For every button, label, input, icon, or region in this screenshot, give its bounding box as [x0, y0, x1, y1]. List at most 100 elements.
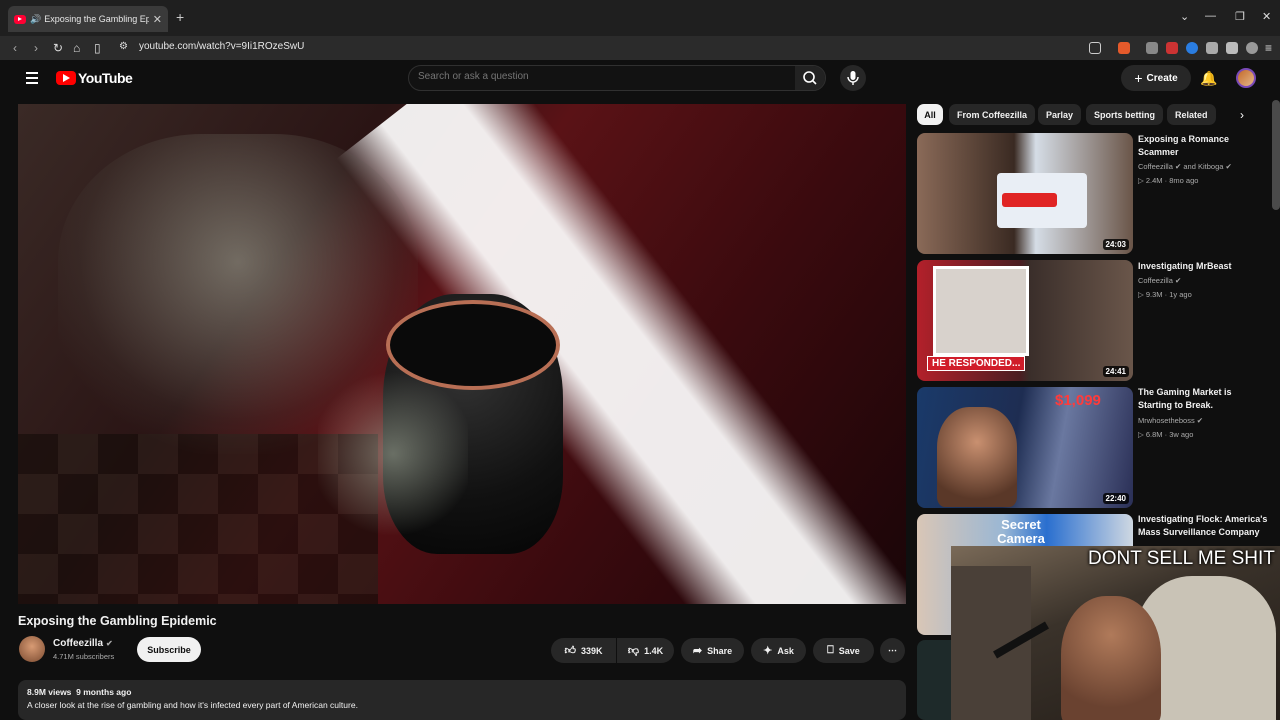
rec-channel[interactable]: Coffeezilla ✔	[1138, 276, 1181, 285]
video-frame-robot-fingers	[318, 364, 468, 544]
channel-name-text: Coffeezilla	[53, 638, 104, 649]
ask-button[interactable]: ✦ Ask	[751, 638, 806, 663]
rec-meta: ▷ 2.4M · 8mo ago	[1138, 176, 1199, 185]
dislike-count: 1.4K	[644, 645, 664, 656]
search-icon	[803, 71, 817, 85]
webcam-overlay	[951, 546, 1280, 720]
music-icon[interactable]	[1226, 42, 1238, 54]
thumbnail-text: Secret Camera	[997, 517, 1045, 546]
rec-title[interactable]: Investigating Flock: America's Mass Surv…	[1138, 513, 1268, 546]
youtube-logo[interactable]: YouTube	[56, 70, 133, 86]
thumbnail-text: HE RESPONDED...	[927, 356, 1026, 371]
tab-list-icon[interactable]: ⌄	[1180, 10, 1189, 23]
like-button[interactable]: 👍︎ 339K	[551, 638, 616, 663]
video-duration: 24:03	[1102, 239, 1129, 250]
rec-channel-name: Mrwhosetheboss	[1138, 416, 1195, 425]
notifications-bell-icon[interactable]: 🔔	[1200, 70, 1217, 87]
chip-related[interactable]: Related	[1167, 104, 1216, 125]
video-duration: 22:40	[1102, 493, 1129, 504]
thumbnail-graphic	[933, 266, 1029, 356]
ask-label: Ask	[777, 645, 794, 656]
minimize-icon[interactable]: —	[1205, 10, 1216, 22]
brave-shield-icon[interactable]	[1118, 42, 1130, 54]
chip-all[interactable]: All	[917, 104, 943, 125]
profile-icon[interactable]	[1246, 42, 1258, 54]
bookmark-save-icon: ⎕	[827, 644, 834, 656]
site-info-icon[interactable]: ⚙	[119, 41, 128, 52]
share-button[interactable]: ➦ Share	[681, 638, 744, 663]
verified-icon: ✔	[1174, 276, 1182, 285]
rec-channel[interactable]: Coffeezilla ✔ and Kitboga ✔	[1138, 162, 1232, 171]
rec-thumbnail[interactable]: 24:03	[917, 133, 1133, 254]
reload-icon[interactable]: ↻	[53, 41, 63, 55]
browser-tab-bar: 🔊 Exposing the Gambling Epide ✕ + ⌄ — ❐ …	[0, 0, 1280, 36]
rec-views: 2.4M	[1145, 176, 1163, 185]
rec-title[interactable]: Exposing a Romance Scammer	[1138, 133, 1268, 159]
microphone-icon	[847, 71, 859, 85]
verified-icon: ✔	[1174, 162, 1182, 171]
account-avatar[interactable]	[1236, 68, 1256, 88]
subscribe-button[interactable]: Subscribe	[137, 637, 201, 662]
close-window-icon[interactable]: ✕	[1262, 10, 1271, 23]
rec-channel-extra: and Kitboga	[1183, 162, 1224, 171]
maximize-icon[interactable]: ❐	[1235, 10, 1245, 23]
extension-icon[interactable]	[1186, 42, 1198, 54]
channel-avatar[interactable]	[19, 636, 45, 662]
screen-icon[interactable]	[1089, 42, 1101, 54]
channel-name[interactable]: Coffeezilla ✔	[53, 638, 113, 649]
save-label: Save	[838, 645, 860, 656]
rec-thumbnail[interactable]: $1,099 22:40	[917, 387, 1133, 508]
video-duration: 24:41	[1102, 366, 1129, 377]
rec-title[interactable]: Investigating MrBeast	[1138, 260, 1268, 273]
video-player[interactable]	[18, 104, 906, 604]
menu-icon[interactable]: ≡	[1265, 41, 1272, 55]
description-box[interactable]: 8.9M views 9 months ago A closer look at…	[18, 680, 906, 720]
chip-from-coffeezilla[interactable]: From Coffeezilla	[949, 104, 1036, 125]
extension-icon[interactable]	[1146, 42, 1158, 54]
voice-search-button[interactable]	[840, 65, 866, 91]
rec-views: 9.3M	[1145, 290, 1163, 299]
extension-icon[interactable]	[1166, 42, 1178, 54]
puzzle-icon[interactable]	[1206, 42, 1218, 54]
youtube-favicon-icon	[14, 14, 26, 24]
browser-tab[interactable]: 🔊 Exposing the Gambling Epide ✕	[8, 6, 168, 32]
create-button[interactable]: + Create	[1121, 65, 1191, 91]
rec-meta: ▷ 6.8M · 3w ago	[1138, 430, 1194, 439]
plus-icon: +	[1134, 70, 1143, 86]
webcam-person	[1061, 596, 1161, 720]
address-bar: ‹ › ↻ ⌂ ▯ ⚙ youtube.com/watch?v=9Ii1ROze…	[0, 36, 1280, 60]
close-tab-icon[interactable]: ✕	[153, 13, 162, 26]
chevron-right-icon[interactable]: ›	[1240, 108, 1244, 122]
rec-channel[interactable]: Mrwhosetheboss ✔	[1138, 416, 1203, 425]
forward-icon[interactable]: ›	[34, 41, 38, 55]
url-field[interactable]: youtube.com/watch?v=9Ii1ROzeSwU	[139, 41, 304, 52]
share-label: Share	[707, 645, 733, 656]
new-tab-icon[interactable]: +	[176, 9, 184, 25]
youtube-play-icon	[56, 71, 76, 85]
hamburger-menu-icon[interactable]	[26, 72, 38, 87]
rec-thumbnail[interactable]: HE RESPONDED... 24:41	[917, 260, 1133, 381]
search-input[interactable]	[418, 71, 788, 82]
dislike-button[interactable]: 👎︎ 1.4K	[617, 638, 674, 663]
rec-title[interactable]: The Gaming Market is Starting to Break.	[1138, 386, 1268, 412]
home-icon[interactable]: ⌂	[73, 41, 80, 55]
posted-date: 9 months ago	[76, 687, 132, 697]
page-scrollbar[interactable]	[1272, 100, 1280, 210]
rec-age: 1y ago	[1169, 290, 1192, 299]
chip-parlay[interactable]: Parlay	[1038, 104, 1082, 125]
save-button[interactable]: ⎕ Save	[813, 638, 874, 663]
search-button[interactable]	[795, 66, 825, 90]
rec-age: 3w ago	[1169, 430, 1194, 439]
rec-age: 8mo ago	[1169, 176, 1199, 185]
chip-sports-betting[interactable]: Sports betting	[1086, 104, 1163, 125]
back-icon[interactable]: ‹	[13, 41, 17, 55]
verified-icon: ✔	[1225, 162, 1232, 171]
speaker-icon: 🔊	[30, 13, 42, 24]
like-count: 339K	[580, 645, 603, 656]
more-actions-button[interactable]: ⋯	[880, 638, 905, 663]
thumbs-down-icon: 👎︎	[627, 645, 640, 657]
bookmark-icon[interactable]: ▯	[94, 41, 101, 55]
verified-icon: ✔	[1196, 416, 1204, 425]
view-count: 8.9M views	[27, 687, 72, 697]
view-info: 8.9M views 9 months ago	[27, 687, 897, 697]
